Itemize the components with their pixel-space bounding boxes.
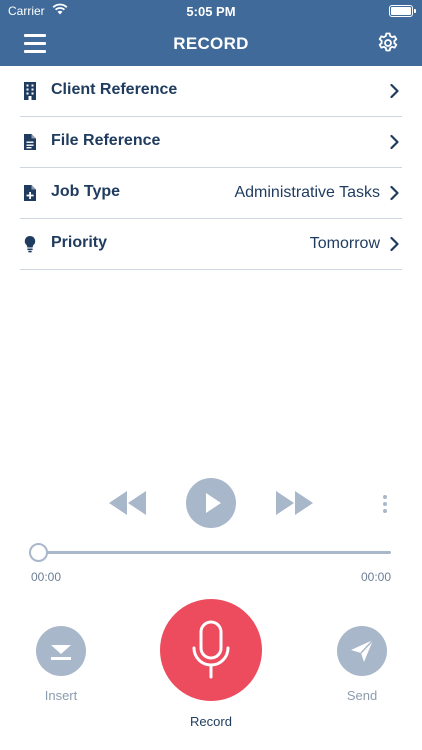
row-label: File Reference	[51, 132, 161, 149]
client-reference-row[interactable]: Client Reference	[20, 66, 402, 117]
microphone-icon	[192, 620, 230, 679]
job-details-list: Client Reference File Reference Job Type…	[20, 66, 402, 270]
top-bar: Carrier 5:05 PM RECORD	[0, 0, 422, 66]
total-duration: 00:00	[360, 570, 391, 584]
more-options-icon[interactable]	[378, 493, 392, 515]
chevron-right-icon	[390, 83, 399, 99]
send-button[interactable]	[337, 626, 387, 676]
page-title: RECORD	[173, 34, 249, 53]
document-plus-icon	[24, 185, 36, 201]
paper-plane-icon	[351, 639, 374, 662]
row-label: Priority	[51, 234, 108, 251]
gear-icon[interactable]	[376, 31, 400, 55]
lightbulb-icon	[24, 236, 36, 253]
record-label: Record	[190, 714, 232, 729]
record-button[interactable]	[160, 599, 262, 701]
chevron-right-icon	[390, 134, 399, 150]
row-label: Client Reference	[51, 81, 178, 98]
insert-label: Insert	[44, 688, 78, 703]
send-label: Send	[346, 688, 378, 703]
file-reference-row[interactable]: File Reference	[20, 117, 402, 168]
rewind-icon[interactable]	[108, 490, 148, 516]
playback-scrubber-handle[interactable]	[28, 543, 48, 562]
row-value: Administrative Tasks	[234, 184, 380, 201]
job-type-row[interactable]: Job Type Administrative Tasks	[20, 168, 402, 219]
elapsed-time: 00:00	[31, 570, 62, 584]
nav-bar: RECORD	[0, 22, 422, 66]
chevron-right-icon	[390, 236, 399, 252]
building-icon	[24, 82, 36, 100]
play-button[interactable]	[186, 478, 236, 528]
battery-icon	[389, 5, 416, 17]
row-value: Tomorrow	[309, 235, 380, 252]
playback-controls	[0, 478, 422, 530]
document-icon	[24, 134, 36, 150]
playback-progress-track[interactable]	[38, 551, 391, 554]
clock: 5:05 PM	[186, 4, 236, 19]
row-label: Job Type	[51, 183, 121, 200]
insert-button[interactable]	[36, 626, 86, 676]
status-bar: Carrier 5:05 PM	[0, 0, 422, 22]
chevron-right-icon	[390, 185, 399, 201]
fast-forward-icon[interactable]	[274, 490, 314, 516]
insert-icon	[51, 645, 71, 660]
priority-row[interactable]: Priority Tomorrow	[20, 219, 402, 270]
